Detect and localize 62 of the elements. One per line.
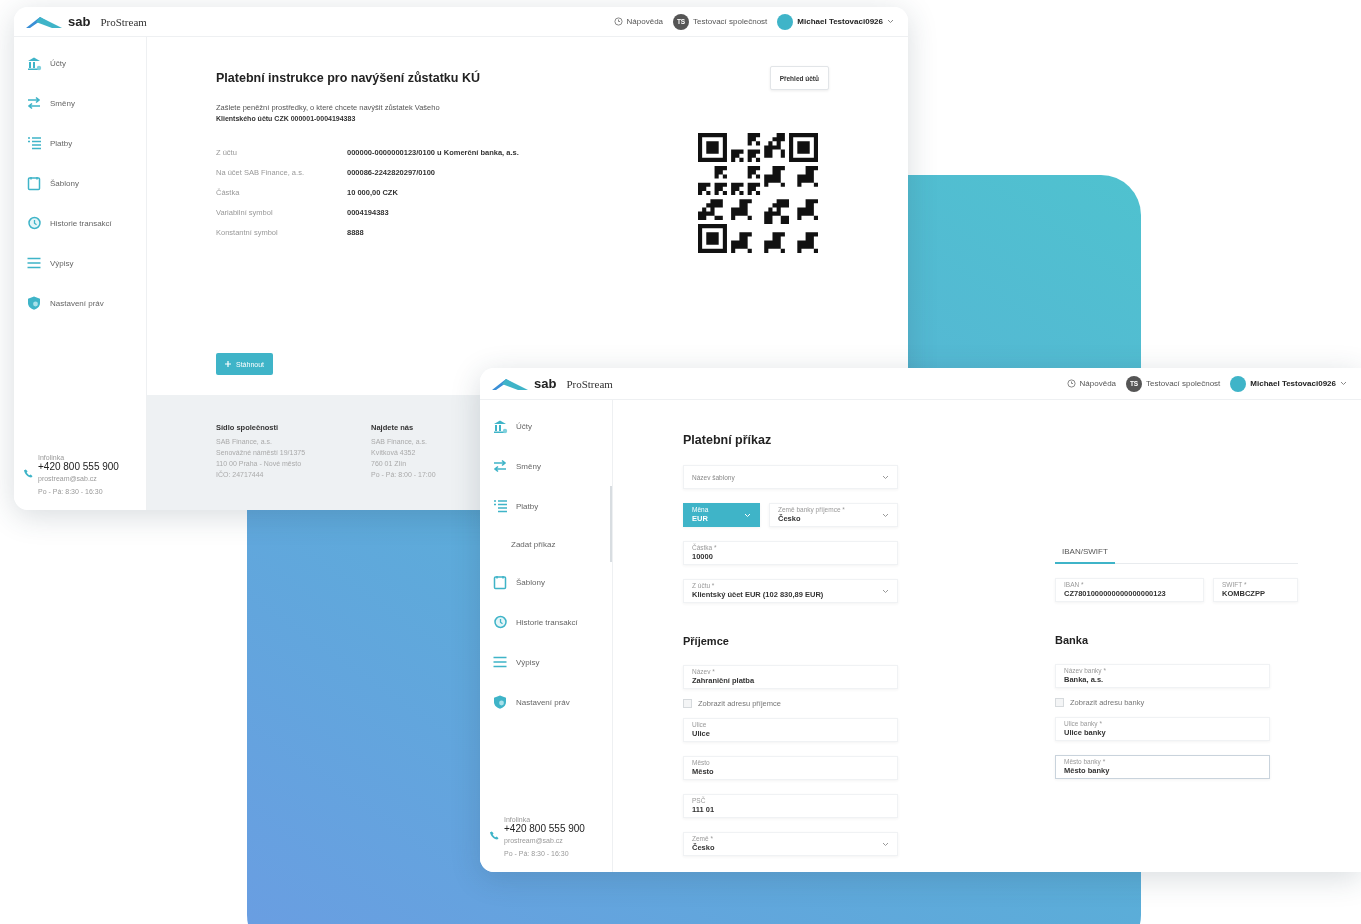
hotline-phone: +420 800 555 900	[504, 823, 586, 834]
shield-icon	[26, 295, 42, 311]
chevron-down-icon	[744, 512, 751, 518]
nav-item[interactable]: Výpisy	[480, 642, 612, 682]
chevron-down-icon	[882, 841, 889, 847]
nav-item[interactable]: Účty	[480, 406, 612, 446]
arrows-icon	[26, 95, 42, 111]
nav-item[interactable]: Nastavení práv	[480, 682, 612, 722]
nav-item[interactable]: Šablony	[480, 562, 612, 602]
history-icon	[492, 614, 508, 630]
nav-item[interactable]: Historie transakcí	[14, 203, 146, 243]
bank-icon	[26, 55, 42, 71]
chevron-down-icon	[882, 512, 889, 518]
help-link[interactable]: Nápověda	[626, 17, 664, 26]
product-name: ProStream	[566, 377, 613, 390]
phone-icon	[24, 468, 33, 478]
phone-icon	[490, 830, 499, 840]
nav-item[interactable]: Výpisy	[14, 243, 146, 283]
user-name[interactable]: Michael Testovaci0926	[1250, 379, 1336, 388]
help-link[interactable]: Nápověda	[1079, 379, 1117, 388]
clipboard-icon	[492, 574, 508, 590]
history-icon	[26, 215, 42, 231]
help-icon	[1066, 379, 1076, 388]
chevron-down-icon	[882, 588, 889, 594]
form-title: Platební příkaz	[683, 433, 773, 449]
brand-name: sab	[68, 14, 91, 29]
nav-subitem[interactable]: Zadat příkaz	[480, 526, 610, 562]
logo-icon	[492, 376, 528, 391]
shield-icon	[492, 694, 508, 710]
nav-item[interactable]: Směny	[14, 83, 146, 123]
lines-icon	[492, 654, 508, 670]
nav-item[interactable]: Platby	[480, 486, 610, 526]
user-name[interactable]: Michael Testovaci0926	[797, 17, 883, 26]
nav-item[interactable]: Šablony	[14, 163, 146, 203]
chevron-down-icon	[1340, 381, 1347, 386]
user-avatar	[777, 13, 794, 30]
tab[interactable]: IBAN/SWIFT	[1055, 541, 1115, 564]
list-icon	[492, 498, 508, 514]
nav-item[interactable]: Nastavení práv	[14, 283, 146, 323]
company-link[interactable]: Testovací společnost	[693, 17, 768, 26]
list-icon	[26, 135, 42, 151]
nav-item[interactable]: Historie transakcí	[480, 602, 612, 642]
help-icon	[613, 17, 623, 26]
page-title: Platební instrukce pro navýšení zůstatku KÚ	[216, 71, 480, 85]
nav-item[interactable]: Účty	[14, 43, 146, 83]
lines-icon	[26, 255, 42, 271]
logo-icon	[26, 14, 62, 29]
hotline-phone: +420 800 555 900	[38, 461, 120, 472]
chevron-down-icon	[882, 474, 889, 480]
brand-name: sab	[534, 376, 557, 391]
chevron-down-icon	[887, 19, 894, 24]
nav-item[interactable]: Platby	[14, 123, 146, 163]
section-heading: Banka	[1055, 634, 1090, 648]
user-avatar	[1230, 375, 1247, 392]
product-name: ProStream	[100, 15, 147, 28]
nav-item[interactable]: Směny	[480, 446, 612, 486]
plus-icon	[225, 361, 231, 367]
clipboard-icon	[26, 175, 42, 191]
arrows-icon	[492, 458, 508, 474]
bank-icon	[492, 418, 508, 434]
section-heading: Příjemce	[683, 635, 730, 649]
company-link[interactable]: Testovací společnost	[1146, 379, 1221, 388]
